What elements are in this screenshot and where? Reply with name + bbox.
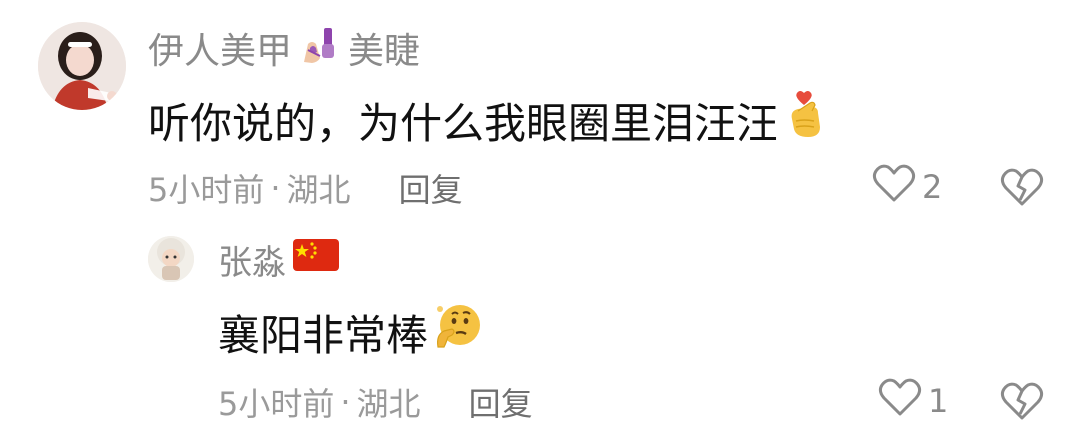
thinking-face-icon: [432, 301, 484, 363]
username-suffix: 美睫: [348, 31, 421, 72]
broken-heart-icon: [1000, 168, 1044, 212]
like-count: 1: [928, 382, 949, 420]
comment-thread: 伊人美甲 美睫 听你说的，为什么我眼圈里泪汪汪 5小时前 · 湖北 回复 2 张…: [0, 0, 1080, 440]
like-button[interactable]: 1: [878, 376, 948, 426]
heart-icon: [872, 163, 916, 211]
like-button[interactable]: 2: [872, 162, 942, 212]
avatar[interactable]: [148, 236, 194, 282]
avatar-image: [38, 22, 126, 110]
comment-time: 5小时前: [218, 385, 335, 423]
reply-button[interactable]: 回复: [469, 379, 533, 425]
comment-meta: 5小时前 · 湖北 回复: [148, 160, 463, 216]
comment-location: 湖北: [286, 171, 351, 209]
meta-separator: ·: [270, 169, 281, 207]
finger-heart-icon: [782, 89, 830, 151]
comment-time: 5小时前: [148, 171, 265, 209]
avatar[interactable]: [38, 22, 126, 110]
comment-meta: 5小时前 · 湖北 回复: [218, 374, 533, 430]
comment-location: 湖北: [356, 385, 421, 423]
broken-heart-icon: [1000, 382, 1044, 426]
username[interactable]: 张淼: [218, 232, 340, 286]
username-text: 伊人美甲: [148, 31, 293, 72]
comment-text: 襄阳非常棒: [218, 302, 484, 362]
dislike-button[interactable]: [1000, 378, 1044, 426]
comment-text-content: 襄阳非常棒: [218, 310, 429, 360]
comment-text: 听你说的，为什么我眼圈里泪汪汪: [148, 90, 830, 150]
nail-polish-icon: [298, 22, 342, 75]
dislike-button[interactable]: [1000, 164, 1044, 212]
username-text: 张淼: [218, 242, 286, 283]
heart-icon: [878, 377, 922, 425]
username[interactable]: 伊人美甲 美睫: [148, 20, 420, 76]
comment-text-content: 听你说的，为什么我眼圈里泪汪汪: [148, 98, 779, 148]
like-count: 2: [922, 168, 943, 206]
meta-separator: ·: [340, 383, 351, 421]
reply-button[interactable]: 回复: [399, 165, 463, 211]
avatar-image: [148, 236, 194, 282]
china-flag-icon: [292, 238, 340, 281]
